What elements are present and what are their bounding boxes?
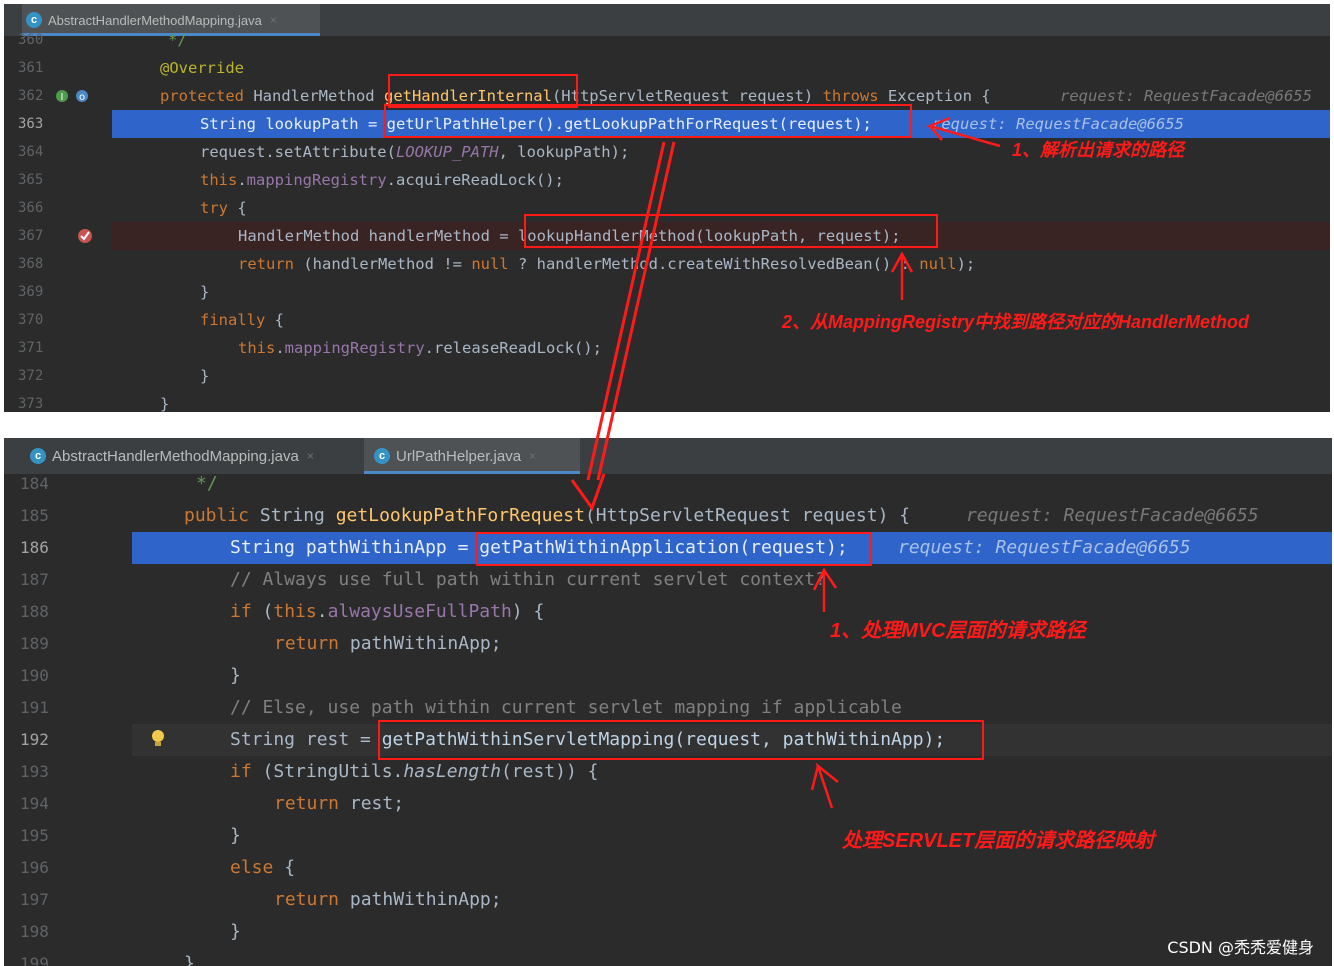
arrow-annotation-3 (812, 567, 838, 612)
arrow-shaft (586, 141, 676, 481)
arrow-annotation-2 (890, 251, 914, 300)
arrow-annotation-1 (926, 116, 1001, 148)
annotation-arrows (570, 116, 1001, 809)
arrow-annotation-4 (810, 762, 839, 809)
